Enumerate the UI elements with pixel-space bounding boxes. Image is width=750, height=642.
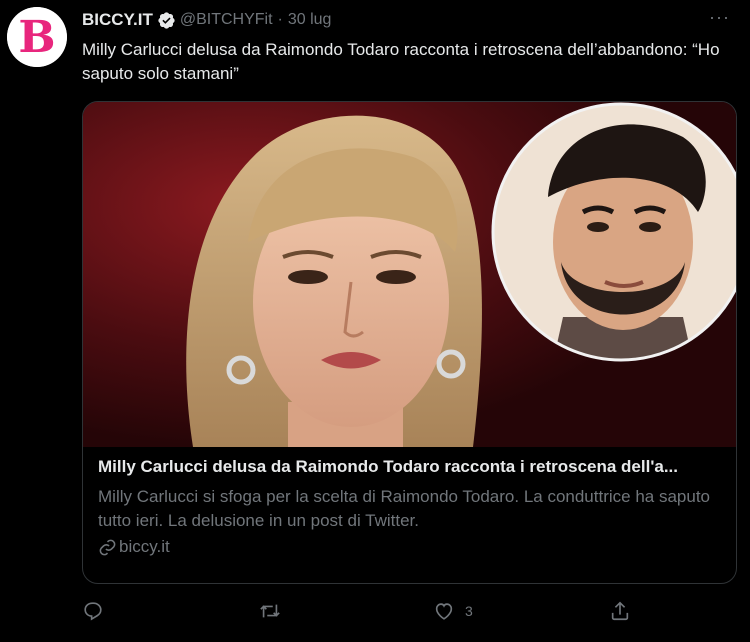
action-bar: 3 — [82, 600, 642, 626]
tweet-text: Milly Carlucci delusa da Raimondo Todaro… — [82, 40, 720, 83]
handle[interactable]: @BITCHYFit — [180, 11, 273, 29]
reply-icon — [84, 602, 102, 621]
biccy-logo-icon: B — [7, 7, 67, 67]
link-card[interactable]: Milly Carlucci delusa da Raimondo Todaro… — [82, 101, 737, 584]
separator-dot: · — [277, 11, 283, 28]
share-icon — [611, 601, 629, 621]
reply-button[interactable] — [82, 600, 104, 622]
more-options-icon[interactable]: ··· — [709, 8, 730, 26]
card-image[interactable] — [83, 102, 736, 447]
link-icon — [99, 539, 116, 555]
card-domain-label: biccy.it — [119, 537, 170, 556]
like-count: 3 — [465, 603, 473, 619]
card-photo — [83, 102, 736, 447]
like-button[interactable]: 3 — [433, 600, 473, 622]
verified-badge-icon — [158, 11, 175, 29]
share-button[interactable] — [609, 600, 631, 622]
avatar[interactable]: B — [7, 7, 67, 67]
tweet-header: BICCY.IT @BITCHYFit · 30 lug ··· — [82, 8, 730, 32]
retweet-button[interactable] — [258, 600, 282, 622]
card-info[interactable]: Milly Carlucci delusa da Raimondo Todaro… — [98, 455, 724, 557]
avatar-letter: B — [18, 12, 55, 63]
display-name[interactable]: BICCY.IT — [82, 10, 153, 30]
like-icon — [435, 603, 453, 620]
tweet-date[interactable]: 30 lug — [288, 11, 332, 29]
card-domain[interactable]: biccy.it — [98, 537, 724, 557]
card-description: Milly Carlucci si sfoga per la scelta di… — [98, 487, 710, 530]
card-title[interactable]: Milly Carlucci delusa da Raimondo Todaro… — [98, 455, 724, 479]
retweet-icon — [260, 604, 280, 618]
tweet[interactable]: B BICCY.IT @BITCHYFit · 30 lug ··· Milly… — [0, 0, 750, 642]
